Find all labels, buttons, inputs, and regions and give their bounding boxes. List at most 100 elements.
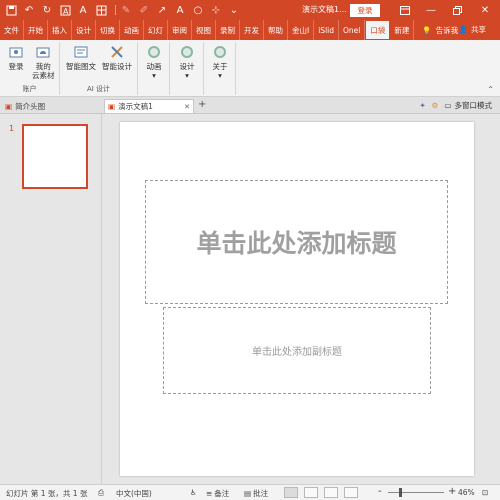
tab-developer[interactable]: 开发 [240,20,264,40]
tab-transitions[interactable]: 切换 [96,20,120,40]
tab-islide[interactable]: iSlid [314,20,339,40]
notes-icon: ≡ [206,489,213,498]
quick-access-toolbar: ↶ ↻ A A ✎ ✐ ↗ A ○ ⊹ ⌄ [0,0,245,20]
slide-canvas[interactable]: 单击此处添加标题 单击此处添加副标题 [120,122,474,476]
arrow-icon[interactable]: ↗ [155,3,169,17]
plugin-icon[interactable]: ✦ [419,101,425,110]
tab-record[interactable]: 录制 [216,20,240,40]
close-icon[interactable]: ✕ [472,0,498,20]
pointer-icon[interactable]: ⊹ [209,3,223,17]
language-status[interactable]: 中文(中国) [116,488,152,499]
zoom-level[interactable]: 46% [458,488,475,497]
status-bar: 幻灯片 第 1 张，共 1 张 ⎙ 中文(中国) ♿ ≡ 备注 ▤ 批注 - +… [0,484,500,500]
tab-new[interactable]: 新建 [390,20,415,40]
ribbon-display-icon[interactable] [392,0,418,20]
close-tab-icon[interactable]: ✕ [184,103,190,111]
doc-tab-presentation[interactable]: ▣ 演示文稿1 ✕ [104,99,194,113]
design-button[interactable]: 设计 ▾ [179,44,195,80]
marker-icon[interactable]: ✐ [137,3,151,17]
tab-insert[interactable]: 插入 [48,20,72,40]
circle-icon[interactable]: ○ [191,3,205,17]
redo-icon[interactable]: ↻ [40,3,54,17]
collapse-ribbon-icon[interactable]: ⌃ [487,85,494,94]
ribbon: 登录 我的 云素材 账户 智能图文 智能设计 AI 设计 动画 ▾ 设计 ▾ 关… [0,40,500,97]
save-icon[interactable] [4,3,18,17]
doc-tab-intro-label: 简介头图 [15,101,46,111]
text-box-icon[interactable]: A [58,3,72,17]
undo-icon[interactable]: ↶ [22,3,36,17]
tab-design[interactable]: 设计 [72,20,96,40]
reading-view-button[interactable] [324,487,338,498]
login-label: 登录 [8,62,24,71]
login-ribbon-button[interactable]: 登录 [8,44,24,71]
tab-kingsoft[interactable]: 金山I [288,20,315,40]
zoom-slider-thumb[interactable] [399,488,402,497]
animation-icon [146,44,162,60]
title-placeholder[interactable]: 单击此处添加标题 [145,180,448,304]
dropdown-arrow-icon: ▾ [185,71,189,80]
about-button[interactable]: 关于 ▾ [212,44,228,80]
tab-help[interactable]: 帮助 [264,20,288,40]
animation-label: 动画 [146,62,162,71]
ppt-file-icon: ▣ [108,102,116,111]
zoom-out-button[interactable]: - [378,486,382,497]
ppt-file-icon: ▣ [5,101,13,111]
multi-window-toggle[interactable]: ✦ ⚙ ▭ 多窗口模式 [419,100,492,111]
tab-slideshow[interactable]: 幻灯 [144,20,168,40]
table-icon[interactable] [94,3,108,17]
subtitle-placeholder[interactable]: 单击此处添加副标题 [163,307,431,394]
separator [115,5,116,15]
animation-button[interactable]: 动画 ▾ [146,44,162,80]
window-icon: ▭ [444,101,452,110]
zoom-in-button[interactable]: + [448,486,456,497]
tab-pocket[interactable]: 口袋 [365,20,391,40]
ai-design-group: 智能图文 智能设计 AI 设计 [60,42,138,95]
zoom-slider[interactable] [388,488,444,497]
normal-view-button[interactable] [284,487,298,498]
tab-onekey[interactable]: Onel [339,20,366,40]
notes-button[interactable]: ≡ 备注 [206,488,229,499]
smart-graphic-button[interactable]: 智能图文 [66,44,96,71]
doc-tab-intro[interactable]: ▣ 简介头图 [2,99,102,113]
slide-sorter-button[interactable] [304,487,318,498]
tab-review[interactable]: 审阅 [168,20,192,40]
comments-button[interactable]: ▤ 批注 [244,488,268,499]
spellcheck-icon[interactable]: ⎙ [98,488,104,498]
about-icon [212,44,228,60]
tab-home[interactable]: 开始 [24,20,48,40]
smart-design-label: 智能设计 [102,62,132,71]
restore-icon[interactable] [444,0,470,20]
slide-thumbnail[interactable] [22,124,88,189]
share-button[interactable]: 👤 共享 [459,24,486,35]
ribbon-tabs: 文件 开始 插入 设计 切换 动画 幻灯 审阅 视图 录制 开发 帮助 金山I … [0,20,500,40]
text-icon[interactable]: A [173,3,187,17]
minimize-icon[interactable]: — [418,0,444,20]
slideshow-button[interactable] [344,487,358,498]
multi-window-label: 多窗口模式 [454,101,493,110]
slide-editor: 单击此处添加标题 单击此处添加副标题 [103,114,500,484]
tell-me[interactable]: 💡 告诉我 [422,25,458,36]
my-assets-button[interactable]: 我的 云素材 [32,44,55,80]
fit-slide-icon[interactable]: ⊡ [482,488,488,497]
tab-file[interactable]: 文件 [0,20,24,40]
settings-icon[interactable]: ⚙ [432,101,439,110]
pen-icon[interactable]: ✎ [119,3,133,17]
dropdown-arrow-icon: ▾ [218,71,222,80]
login-button[interactable]: 登录 [350,4,380,17]
ai-group-label: AI 设计 [86,85,111,93]
accessibility-icon[interactable]: ♿ [190,488,197,497]
customize-icon[interactable]: ⌄ [227,3,241,17]
new-tab-icon[interactable]: + [198,99,206,110]
document-title: 演示文稿1... [302,5,347,14]
slide-number: 1 [9,124,15,133]
about-group: 关于 ▾ [204,42,236,95]
tab-view[interactable]: 视图 [192,20,216,40]
cloud-icon [35,44,51,60]
font-icon[interactable]: A [76,3,90,17]
animation-group: 动画 ▾ [138,42,170,95]
tab-animations[interactable]: 动画 [120,20,144,40]
title-bar: ↶ ↻ A A ✎ ✐ ↗ A ○ ⊹ ⌄ 演示文稿1... 登录 — ✕ [0,0,500,20]
smart-design-button[interactable]: 智能设计 [102,44,132,71]
notes-label: 备注 [214,489,230,498]
person-icon: 👤 [458,25,468,34]
